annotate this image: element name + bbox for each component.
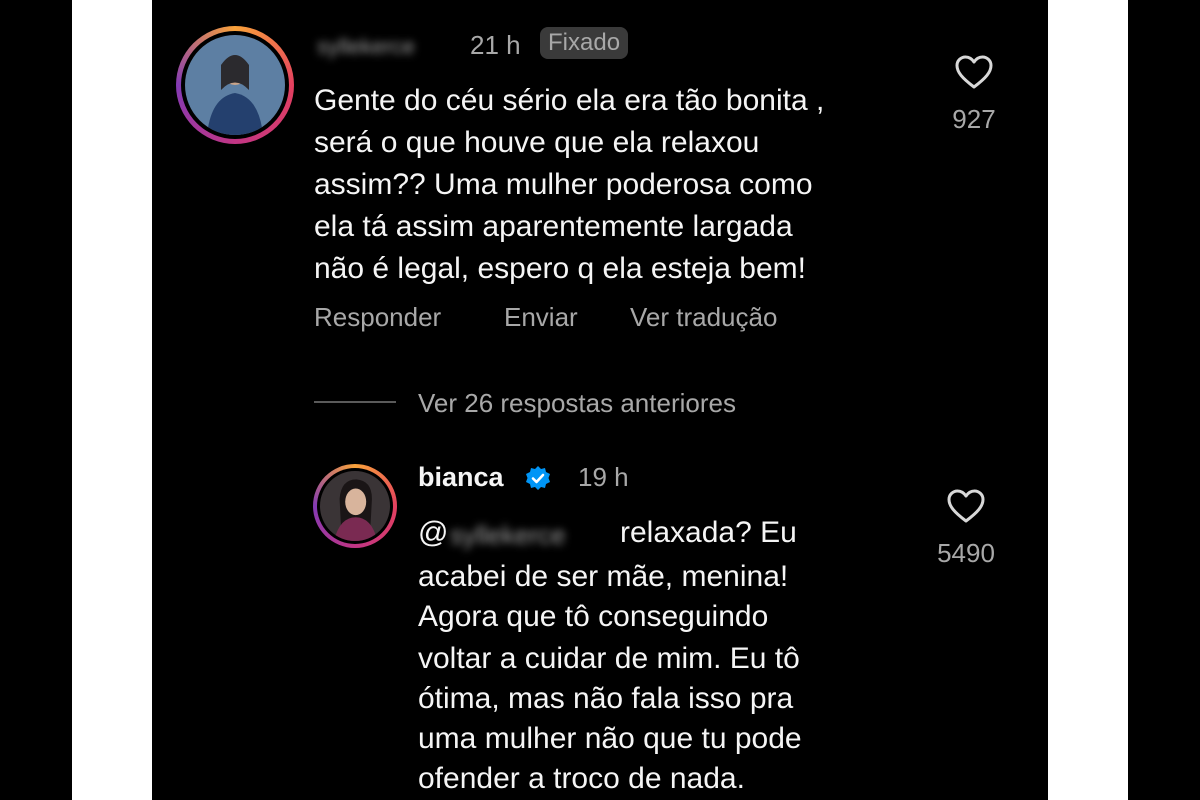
left-frame-bar <box>0 0 72 800</box>
reply-text-line: ofender a troco de nada. <box>418 762 745 795</box>
like-count: 927 <box>952 104 996 134</box>
comment-text-line: será o que houve que ela relaxou <box>314 126 760 159</box>
reply-button[interactable]: Responder <box>314 302 441 333</box>
heart-outline-icon[interactable] <box>954 54 994 90</box>
translate-button[interactable]: Ver tradução <box>630 302 777 333</box>
comment-text-line: não é legal, espero q ela esteja bem! <box>314 252 806 285</box>
pinned-badge: Fixado <box>540 27 629 59</box>
reply-text-line: Agora que tô conseguindo <box>418 600 769 633</box>
comments-panel: syllekerce 21 h Fixado Gente do céu séri… <box>152 0 1048 800</box>
commenter-username[interactable]: syllekerce <box>317 34 415 60</box>
reply-text-line: acabei de ser mãe, menina! <box>418 560 789 593</box>
commenter-avatar[interactable] <box>176 26 294 144</box>
mention-prefix: @ <box>418 516 449 549</box>
heart-outline-icon[interactable] <box>946 488 986 524</box>
reply-timestamp: 19 h <box>578 462 629 492</box>
reply-text-line: uma mulher não que tu pode <box>418 722 802 755</box>
right-frame-bar <box>1128 0 1200 800</box>
view-previous-replies[interactable]: Ver 26 respostas anteriores <box>418 388 736 419</box>
verified-badge-icon <box>526 466 550 490</box>
comment-text-line: assim?? Uma mulher poderosa como <box>314 168 813 201</box>
reply-username[interactable]: bianca <box>418 462 504 493</box>
comment-text-line: ela tá assim aparentemente largada <box>314 210 793 243</box>
reply-like-count: 5490 <box>937 538 995 568</box>
send-button[interactable]: Enviar <box>504 302 578 333</box>
replies-divider <box>314 401 396 403</box>
comment-text-line: Gente do céu sério ela era tão bonita , <box>314 84 825 117</box>
mention-username[interactable]: syllekerce <box>450 520 566 551</box>
reply-text-line: voltar a cuidar de mim. Eu tô <box>418 642 800 675</box>
reply-text-line: relaxada? Eu <box>620 516 797 549</box>
comment-timestamp: 21 h <box>470 30 521 60</box>
reply-text-line: ótima, mas não fala isso pra <box>418 682 794 715</box>
reply-avatar[interactable] <box>313 464 397 548</box>
